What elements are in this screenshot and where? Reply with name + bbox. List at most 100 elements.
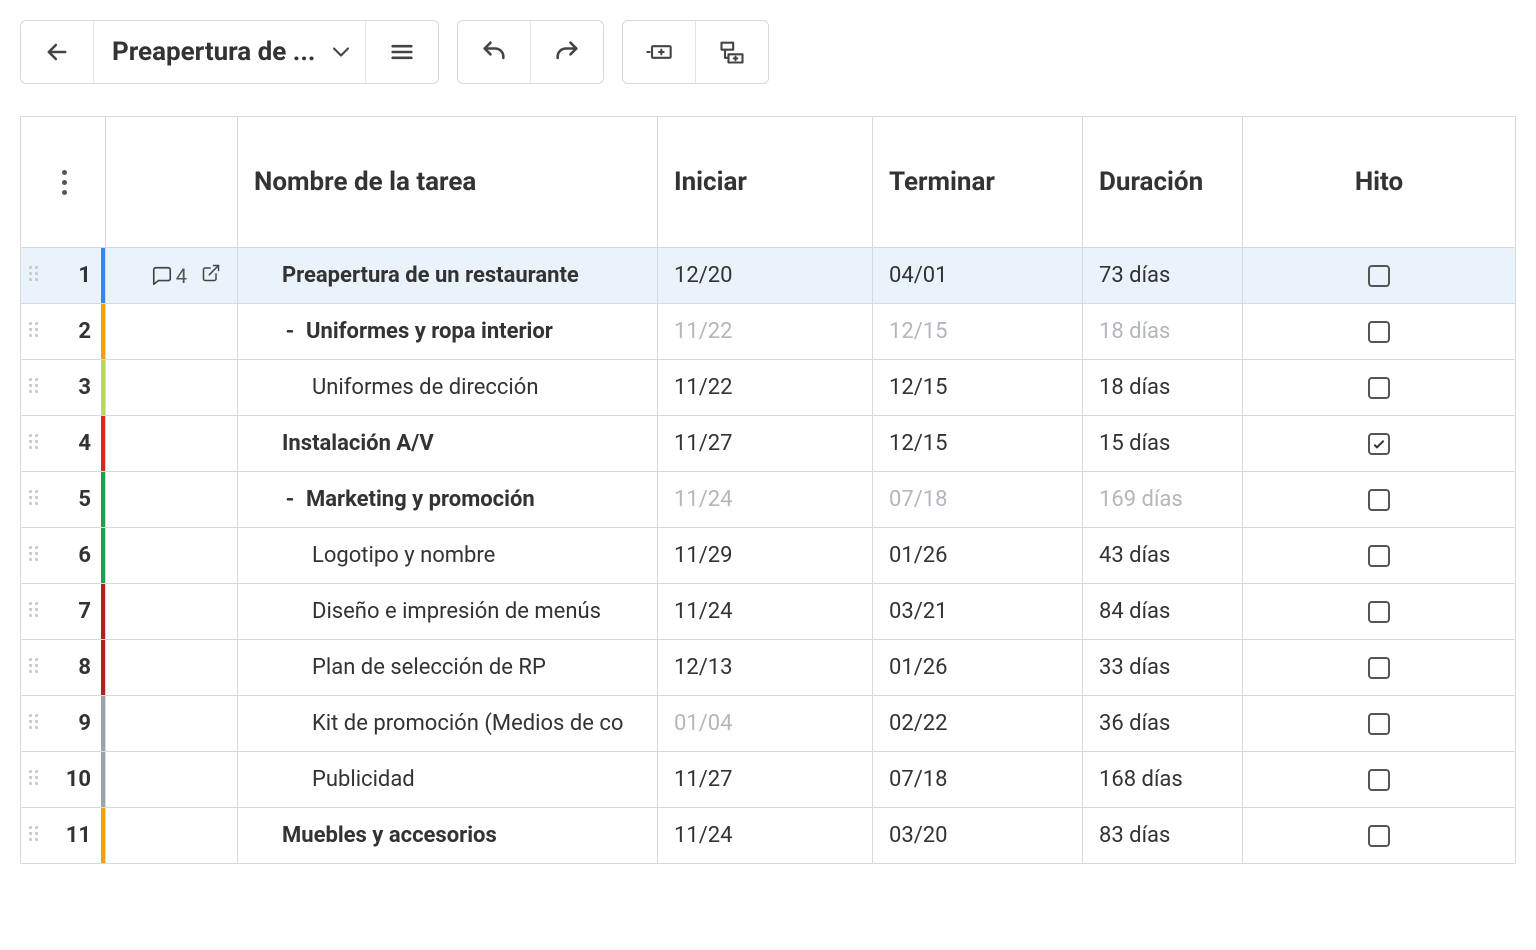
task-name-cell[interactable]: Instalación A/V	[238, 416, 658, 471]
table-row[interactable]: 3 Uniformes de dirección11/2212/1518 días	[21, 359, 1515, 415]
menu-button[interactable]	[365, 21, 438, 83]
row-number-cell[interactable]: 11	[21, 808, 106, 863]
end-date-cell[interactable]: 12/15	[873, 304, 1083, 359]
table-row[interactable]: 9 Kit de promoción (Medios de co01/0402/2…	[21, 695, 1515, 751]
drag-handle-icon[interactable]	[29, 266, 41, 286]
duration-cell[interactable]: 18 días	[1083, 360, 1243, 415]
drag-handle-icon[interactable]	[29, 378, 41, 398]
milestone-checkbox[interactable]	[1368, 769, 1390, 791]
task-name-cell[interactable]: Diseño e impresión de menús	[238, 584, 658, 639]
milestone-checkbox[interactable]	[1368, 657, 1390, 679]
start-date-cell[interactable]: 12/13	[658, 640, 873, 695]
start-date-cell[interactable]: 11/29	[658, 528, 873, 583]
row-number-cell[interactable]: 1	[21, 248, 106, 303]
task-name-cell[interactable]: -Marketing y promoción	[238, 472, 658, 527]
insert-subtask-button[interactable]	[695, 21, 768, 83]
insert-task-button[interactable]	[623, 21, 695, 83]
duration-cell[interactable]: 18 días	[1083, 304, 1243, 359]
drag-handle-icon[interactable]	[29, 546, 41, 566]
milestone-checkbox[interactable]	[1368, 545, 1390, 567]
open-task-button[interactable]	[201, 263, 221, 289]
row-number-cell[interactable]: 2	[21, 304, 106, 359]
milestone-checkbox[interactable]	[1368, 713, 1390, 735]
duration-cell[interactable]: 83 días	[1083, 808, 1243, 863]
drag-handle-icon[interactable]	[29, 602, 41, 622]
duration-cell[interactable]: 168 días	[1083, 752, 1243, 807]
duration-cell[interactable]: 84 días	[1083, 584, 1243, 639]
row-number-cell[interactable]: 10	[21, 752, 106, 807]
milestone-checkbox[interactable]	[1368, 601, 1390, 623]
undo-button[interactable]	[458, 21, 530, 83]
start-date-cell[interactable]: 11/22	[658, 304, 873, 359]
milestone-checkbox[interactable]	[1368, 265, 1390, 287]
drag-handle-icon[interactable]	[29, 826, 41, 846]
row-number-cell[interactable]: 7	[21, 584, 106, 639]
milestone-checkbox[interactable]	[1368, 377, 1390, 399]
row-number-cell[interactable]: 4	[21, 416, 106, 471]
duration-cell[interactable]: 36 días	[1083, 696, 1243, 751]
table-row[interactable]: 4 Instalación A/V11/2712/1515 días	[21, 415, 1515, 471]
header-milestone[interactable]: Hito	[1243, 117, 1515, 247]
drag-handle-icon[interactable]	[29, 714, 41, 734]
row-number-cell[interactable]: 6	[21, 528, 106, 583]
table-row[interactable]: 8 Plan de selección de RP12/1301/2633 día…	[21, 639, 1515, 695]
task-name-cell[interactable]: Plan de selección de RP	[238, 640, 658, 695]
end-date-cell[interactable]: 03/21	[873, 584, 1083, 639]
table-row[interactable]: 6 Logotipo y nombre11/2901/2643 días	[21, 527, 1515, 583]
row-number-cell[interactable]: 9	[21, 696, 106, 751]
row-number-cell[interactable]: 3	[21, 360, 106, 415]
task-name-cell[interactable]: Kit de promoción (Medios de co	[238, 696, 658, 751]
table-row[interactable]: 5 -Marketing y promoción11/2407/18169 día…	[21, 471, 1515, 527]
duration-cell[interactable]: 169 días	[1083, 472, 1243, 527]
end-date-cell[interactable]: 07/18	[873, 472, 1083, 527]
table-row[interactable]: 10Publicidad11/2707/18168 días	[21, 751, 1515, 807]
drag-handle-icon[interactable]	[29, 490, 41, 510]
header-menu-cell[interactable]	[21, 117, 106, 247]
comments-button[interactable]: 4	[151, 264, 187, 288]
task-name-cell[interactable]: Uniformes de dirección	[238, 360, 658, 415]
start-date-cell[interactable]: 11/24	[658, 472, 873, 527]
end-date-cell[interactable]: 12/15	[873, 416, 1083, 471]
drag-handle-icon[interactable]	[29, 658, 41, 678]
duration-cell[interactable]: 33 días	[1083, 640, 1243, 695]
drag-handle-icon[interactable]	[29, 770, 41, 790]
milestone-checkbox[interactable]	[1368, 825, 1390, 847]
task-name-cell[interactable]: Publicidad	[238, 752, 658, 807]
project-picker[interactable]: Preapertura de ...	[93, 21, 365, 83]
end-date-cell[interactable]: 02/22	[873, 696, 1083, 751]
table-row[interactable]: 2 -Uniformes y ropa interior11/2212/1518 …	[21, 303, 1515, 359]
duration-cell[interactable]: 15 días	[1083, 416, 1243, 471]
start-date-cell[interactable]: 12/20	[658, 248, 873, 303]
table-row[interactable]: 1 4 Preapertura de un restaurante12/2004/0…	[21, 247, 1515, 303]
back-button[interactable]	[21, 21, 93, 83]
collapse-toggle[interactable]: -	[282, 319, 298, 344]
duration-cell[interactable]: 73 días	[1083, 248, 1243, 303]
duration-cell[interactable]: 43 días	[1083, 528, 1243, 583]
redo-button[interactable]	[530, 21, 603, 83]
end-date-cell[interactable]: 07/18	[873, 752, 1083, 807]
collapse-toggle[interactable]: -	[282, 487, 298, 512]
end-date-cell[interactable]: 04/01	[873, 248, 1083, 303]
milestone-checkbox[interactable]	[1368, 321, 1390, 343]
row-number-cell[interactable]: 5	[21, 472, 106, 527]
start-date-cell[interactable]: 11/24	[658, 808, 873, 863]
header-name[interactable]: Nombre de la tarea	[238, 117, 658, 247]
start-date-cell[interactable]: 11/24	[658, 584, 873, 639]
task-name-cell[interactable]: Preapertura de un restaurante	[238, 248, 658, 303]
drag-handle-icon[interactable]	[29, 434, 41, 454]
end-date-cell[interactable]: 12/15	[873, 360, 1083, 415]
drag-handle-icon[interactable]	[29, 322, 41, 342]
start-date-cell[interactable]: 11/27	[658, 416, 873, 471]
milestone-checkbox[interactable]	[1368, 489, 1390, 511]
start-date-cell[interactable]: 11/22	[658, 360, 873, 415]
end-date-cell[interactable]: 01/26	[873, 528, 1083, 583]
task-name-cell[interactable]: Logotipo y nombre	[238, 528, 658, 583]
table-row[interactable]: 7 Diseño e impresión de menús11/2403/2184…	[21, 583, 1515, 639]
end-date-cell[interactable]: 03/20	[873, 808, 1083, 863]
task-name-cell[interactable]: Muebles y accesorios	[238, 808, 658, 863]
header-start[interactable]: Iniciar	[658, 117, 873, 247]
end-date-cell[interactable]: 01/26	[873, 640, 1083, 695]
start-date-cell[interactable]: 01/04	[658, 696, 873, 751]
task-name-cell[interactable]: -Uniformes y ropa interior	[238, 304, 658, 359]
row-number-cell[interactable]: 8	[21, 640, 106, 695]
